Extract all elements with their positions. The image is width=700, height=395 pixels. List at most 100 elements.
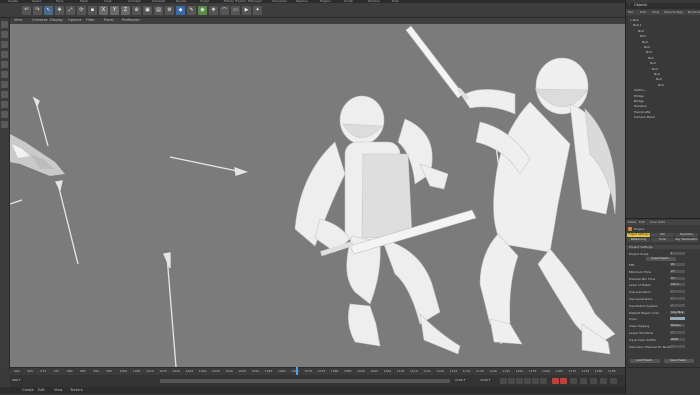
viewport-menu-item[interactable]: Panel xyxy=(104,18,113,22)
scale-icon[interactable]: ⤢ xyxy=(66,5,75,15)
attribute-value[interactable]: Medium xyxy=(670,324,685,328)
tree-item[interactable]: Null xyxy=(644,45,650,49)
tree-item[interactable]: Handcrafts xyxy=(634,110,650,114)
end-frame-field[interactable]: 1190 F xyxy=(455,378,465,382)
move-icon[interactable]: ✥ xyxy=(55,5,64,15)
redo-icon[interactable]: ↷ xyxy=(33,5,42,15)
objects-menu-item[interactable]: Edit xyxy=(640,10,646,14)
recent-tools-icon[interactable]: ▪ xyxy=(88,5,97,15)
x-axis-toggle[interactable]: X xyxy=(99,5,108,15)
texture-mode-icon[interactable] xyxy=(1,41,8,48)
load-preset-button[interactable]: Load Preset... xyxy=(630,359,660,363)
tree-item[interactable]: SciPhu... xyxy=(634,88,647,92)
timeline-playhead[interactable] xyxy=(296,367,298,375)
tree-item[interactable]: Null xyxy=(638,29,644,33)
make-editable-icon[interactable] xyxy=(1,21,8,28)
cube-icon[interactable]: ◆ xyxy=(176,5,185,15)
pen-icon[interactable]: ✎ xyxy=(187,5,196,15)
attribute-value[interactable]: 0 F xyxy=(670,269,685,273)
tree-item[interactable]: Null xyxy=(642,40,648,44)
tree-item[interactable]: Null xyxy=(646,50,652,54)
keyframe-selection-icon[interactable] xyxy=(570,378,577,384)
attributes-menu-item[interactable]: User Data xyxy=(650,220,665,224)
tree-item[interactable]: Null xyxy=(654,72,660,76)
camera-icon[interactable]: ▶ xyxy=(242,5,251,15)
attribute-tab[interactable]: Project Settings xyxy=(627,233,650,237)
rotation-key-icon[interactable] xyxy=(600,378,607,384)
scale-project-button[interactable]: Scale Project... xyxy=(646,257,676,261)
live-selection-icon[interactable]: ↖ xyxy=(44,5,53,15)
previous-key-icon[interactable] xyxy=(508,378,515,384)
object-tree[interactable]: L-Null Null.1 Null Null Null Null Null Null Null… xyxy=(626,16,700,216)
render-picture-viewer-icon[interactable]: ▤ xyxy=(154,5,163,15)
tree-item[interactable]: Null xyxy=(658,83,664,87)
attribute-value[interactable]: Gray Blue xyxy=(670,310,685,314)
project-scale-field[interactable]: 1 xyxy=(670,252,685,255)
viewport-menu-item[interactable]: ProRender xyxy=(122,18,140,22)
lock-workplane-icon[interactable] xyxy=(1,121,8,128)
3d-viewport[interactable] xyxy=(10,24,625,367)
save-preset-button[interactable]: Save Preset... xyxy=(664,359,694,363)
tree-item[interactable]: Rainbow xyxy=(634,104,647,108)
attribute-value[interactable]: 0 F xyxy=(670,276,685,280)
snap-icon[interactable] xyxy=(1,111,8,118)
attribute-value[interactable]: ✓ xyxy=(670,290,685,294)
array-icon[interactable]: ❖ xyxy=(209,5,218,15)
next-key-icon[interactable] xyxy=(532,378,539,384)
y-axis-toggle[interactable]: Y xyxy=(110,5,119,15)
tree-item[interactable]: Null xyxy=(640,34,646,38)
scale-key-icon[interactable] xyxy=(590,378,597,384)
current-frame-field[interactable]: 1040 F xyxy=(480,378,490,382)
tree-item[interactable]: Bridge xyxy=(634,99,644,103)
viewport-menu-item[interactable]: Options xyxy=(68,18,82,22)
workplane-icon[interactable] xyxy=(1,51,8,58)
tree-item[interactable]: L-Null xyxy=(630,18,639,22)
material-menu-item[interactable]: View xyxy=(54,388,62,392)
attribute-tab[interactable]: To Do xyxy=(651,238,674,242)
tree-item[interactable]: Null xyxy=(650,61,656,65)
color-swatch[interactable] xyxy=(670,317,685,321)
attribute-value[interactable]: 100 % xyxy=(670,283,685,287)
position-key-icon[interactable] xyxy=(580,378,587,384)
objects-menu-item[interactable]: Objects xyxy=(664,10,675,14)
undo-icon[interactable]: ↶ xyxy=(22,5,31,15)
go-to-start-icon[interactable] xyxy=(500,378,507,384)
attribute-tab[interactable]: Info xyxy=(651,233,674,237)
material-menu-item[interactable]: Texture xyxy=(70,388,83,392)
tree-item[interactable]: Null xyxy=(648,56,654,60)
parameter-key-icon[interactable] xyxy=(610,378,617,384)
tree-item[interactable]: Camera Mesh xyxy=(634,115,655,119)
tree-item[interactable]: Null.1 xyxy=(633,23,642,27)
floor-icon[interactable]: ▭ xyxy=(231,5,240,15)
go-to-end-icon[interactable] xyxy=(540,378,547,384)
tweak-mode-icon[interactable] xyxy=(1,101,8,108)
viewport-menu-item[interactable]: Display xyxy=(50,18,63,22)
objects-menu-item[interactable]: Tags xyxy=(676,10,683,14)
attribute-value[interactable]: 24 xyxy=(670,263,685,266)
points-mode-icon[interactable] xyxy=(1,61,8,68)
edges-mode-icon[interactable] xyxy=(1,71,8,78)
attributes-menu-item[interactable]: Mode xyxy=(628,220,636,224)
play-icon[interactable] xyxy=(524,378,531,384)
attribute-value[interactable]: ✓ xyxy=(670,331,685,334)
objects-menu-item[interactable]: Bookmarks xyxy=(688,10,700,14)
attribute-value[interactable]: ✓ xyxy=(670,344,685,348)
z-axis-toggle[interactable]: Z xyxy=(121,5,130,15)
polygons-mode-icon[interactable] xyxy=(1,81,8,88)
attribute-tab[interactable]: Dynamics xyxy=(675,233,698,237)
deformer-icon[interactable]: ⌒ xyxy=(220,5,229,15)
tree-item[interactable]: Null xyxy=(656,77,662,81)
start-frame-field[interactable]: 960 F xyxy=(12,378,20,382)
subdivision-icon[interactable]: ◉ xyxy=(198,5,207,15)
autokey-icon[interactable] xyxy=(560,378,567,384)
rotate-icon[interactable]: ⟳ xyxy=(77,5,86,15)
attribute-tab[interactable]: Key Interpolation xyxy=(675,238,698,242)
range-slider[interactable] xyxy=(160,379,450,383)
objects-menu-item[interactable]: File xyxy=(628,10,633,14)
coordinate-system-icon[interactable]: ⊕ xyxy=(132,5,141,15)
model-mode-icon[interactable] xyxy=(1,31,8,38)
record-icon[interactable] xyxy=(552,378,559,384)
viewport-menu-item[interactable]: Cameras xyxy=(32,18,48,22)
light-icon[interactable]: ✦ xyxy=(253,5,262,15)
tree-item[interactable]: Null xyxy=(652,67,658,71)
